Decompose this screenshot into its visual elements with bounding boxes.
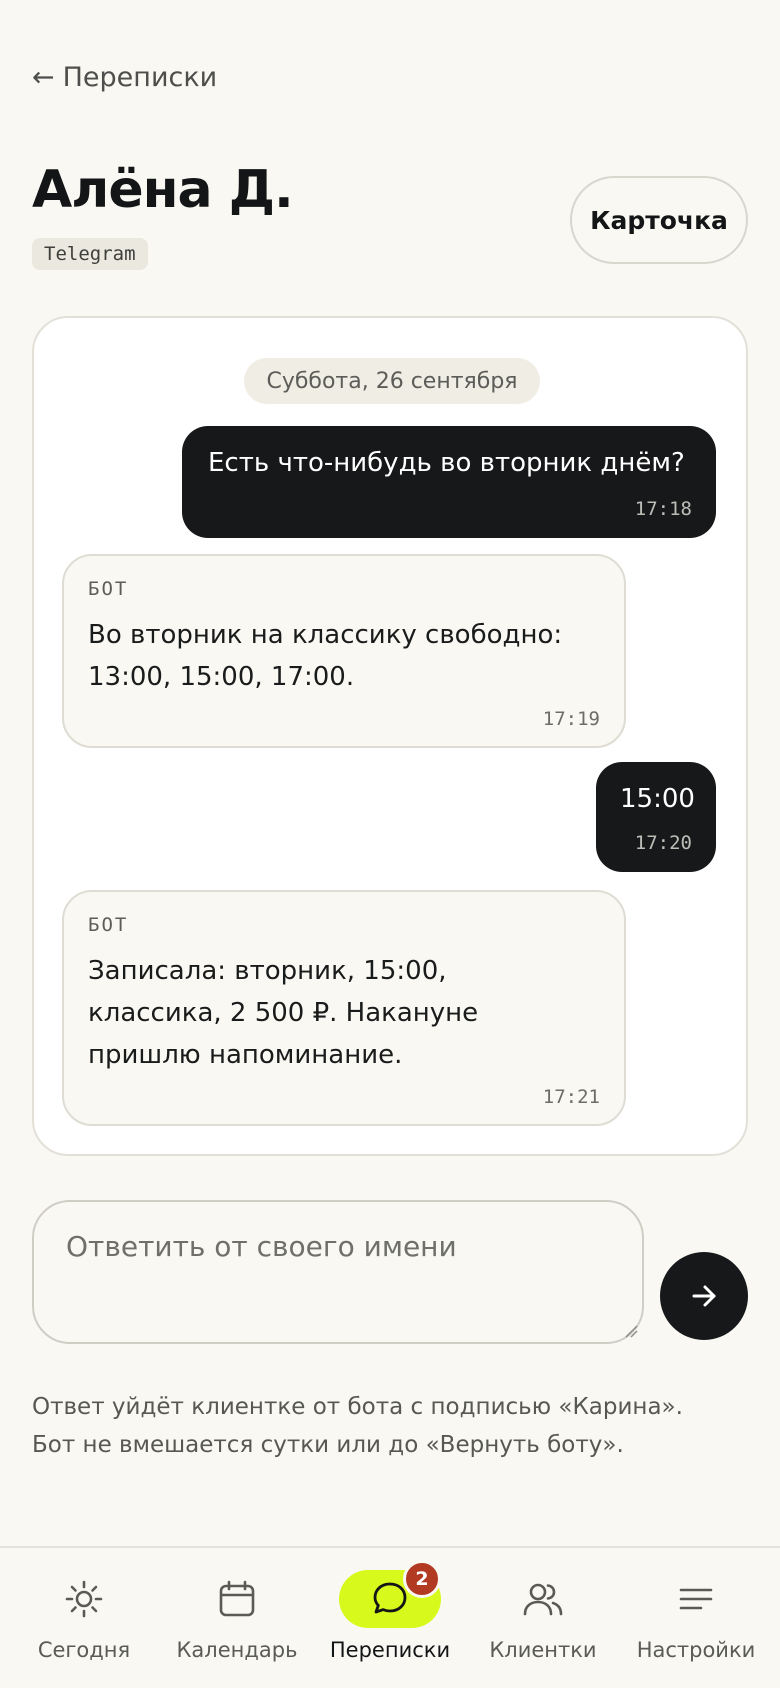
nav-icon-wrap xyxy=(186,1570,288,1628)
message-text: Во вторник на классику свободно: 13:00, … xyxy=(88,614,562,698)
back-link-label: Переписки xyxy=(62,62,218,93)
nav-item-clients[interactable]: Клиентки xyxy=(465,1548,621,1688)
arrow-right-icon xyxy=(692,1285,716,1307)
card-button[interactable]: Карточка xyxy=(570,176,748,264)
message-time: 17:18 xyxy=(634,498,692,520)
nav-label: Календарь xyxy=(176,1638,298,1662)
message-text: Записала: вторник, 15:00, классика, 2 50… xyxy=(88,950,478,1076)
calendar-icon xyxy=(219,1580,255,1617)
send-button[interactable] xyxy=(660,1252,748,1340)
chat-panel[interactable]: Суббота, 26 сентября Есть что-нибудь во … xyxy=(32,316,748,1156)
back-link[interactable]: ← Переписки xyxy=(32,62,217,93)
nav-label: Клиентки xyxy=(489,1638,597,1662)
reply-hint: Ответ уйдёт клиентке от бота с подписью … xyxy=(32,1388,748,1464)
users-icon xyxy=(523,1583,563,1616)
message-text: Есть что-нибудь во вторник днём? xyxy=(208,448,685,478)
resize-grip-icon[interactable] xyxy=(622,1322,638,1338)
nav-icon-wrap: 2 xyxy=(339,1560,441,1628)
conversation-screen: ← Переписки Алёна Д. Telegram Карточка С… xyxy=(0,0,780,1688)
reply-input[interactable] xyxy=(32,1200,644,1344)
message-line: классика, 2 500 ₽. Накануне xyxy=(88,998,479,1028)
message-sender: БОТ xyxy=(88,914,129,936)
message-incoming: БОТ Записала: вторник, 15:00, классика, … xyxy=(62,890,626,1126)
menu-lines-icon xyxy=(679,1588,713,1610)
unread-badge: 2 xyxy=(403,1560,441,1598)
nav-item-settings[interactable]: Настройки xyxy=(618,1548,774,1688)
hint-line: Бот не вмешается сутки или до «Вернуть б… xyxy=(32,1432,624,1458)
message-line: Записала: вторник, 15:00, xyxy=(88,956,447,986)
channel-badge: Telegram xyxy=(32,238,148,270)
sun-icon xyxy=(65,1580,103,1618)
message-outgoing: 15:00 17:20 xyxy=(596,762,716,872)
hint-line: Ответ уйдёт клиентке от бота с подписью … xyxy=(32,1394,683,1420)
nav-item-chats[interactable]: 2 Переписки xyxy=(312,1548,468,1688)
message-line: пришлю напоминание. xyxy=(88,1040,403,1070)
date-separator: Суббота, 26 сентября xyxy=(244,358,540,404)
nav-label: Сегодня xyxy=(37,1638,131,1662)
message-sender: БОТ xyxy=(88,578,129,600)
arrow-left-icon: ← xyxy=(32,62,55,93)
message-line: Во вторник на классику свободно: xyxy=(88,620,563,650)
message-time: 17:21 xyxy=(542,1086,600,1108)
nav-icon-wrap xyxy=(645,1570,747,1628)
nav-item-today[interactable]: Сегодня xyxy=(6,1548,162,1688)
message-text: 15:00 xyxy=(620,784,695,814)
message-time: 17:19 xyxy=(542,708,600,730)
nav-item-calendar[interactable]: Календарь xyxy=(159,1548,315,1688)
message-time: 17:20 xyxy=(634,832,692,854)
message-outgoing: Есть что-нибудь во вторник днём? 17:18 xyxy=(182,426,716,538)
nav-label: Переписки xyxy=(329,1638,451,1662)
nav-label: Настройки xyxy=(636,1638,756,1662)
nav-icon-wrap xyxy=(33,1570,135,1628)
nav-icon-wrap xyxy=(492,1570,594,1628)
contact-name: Алёна Д. xyxy=(32,160,294,220)
message-line: 13:00, 15:00, 17:00. xyxy=(88,662,355,692)
message-incoming: БОТ Во вторник на классику свободно: 13:… xyxy=(62,554,626,748)
bottom-nav: Сегодня Календарь 2 Переписки Клиентки Н… xyxy=(0,1546,780,1688)
